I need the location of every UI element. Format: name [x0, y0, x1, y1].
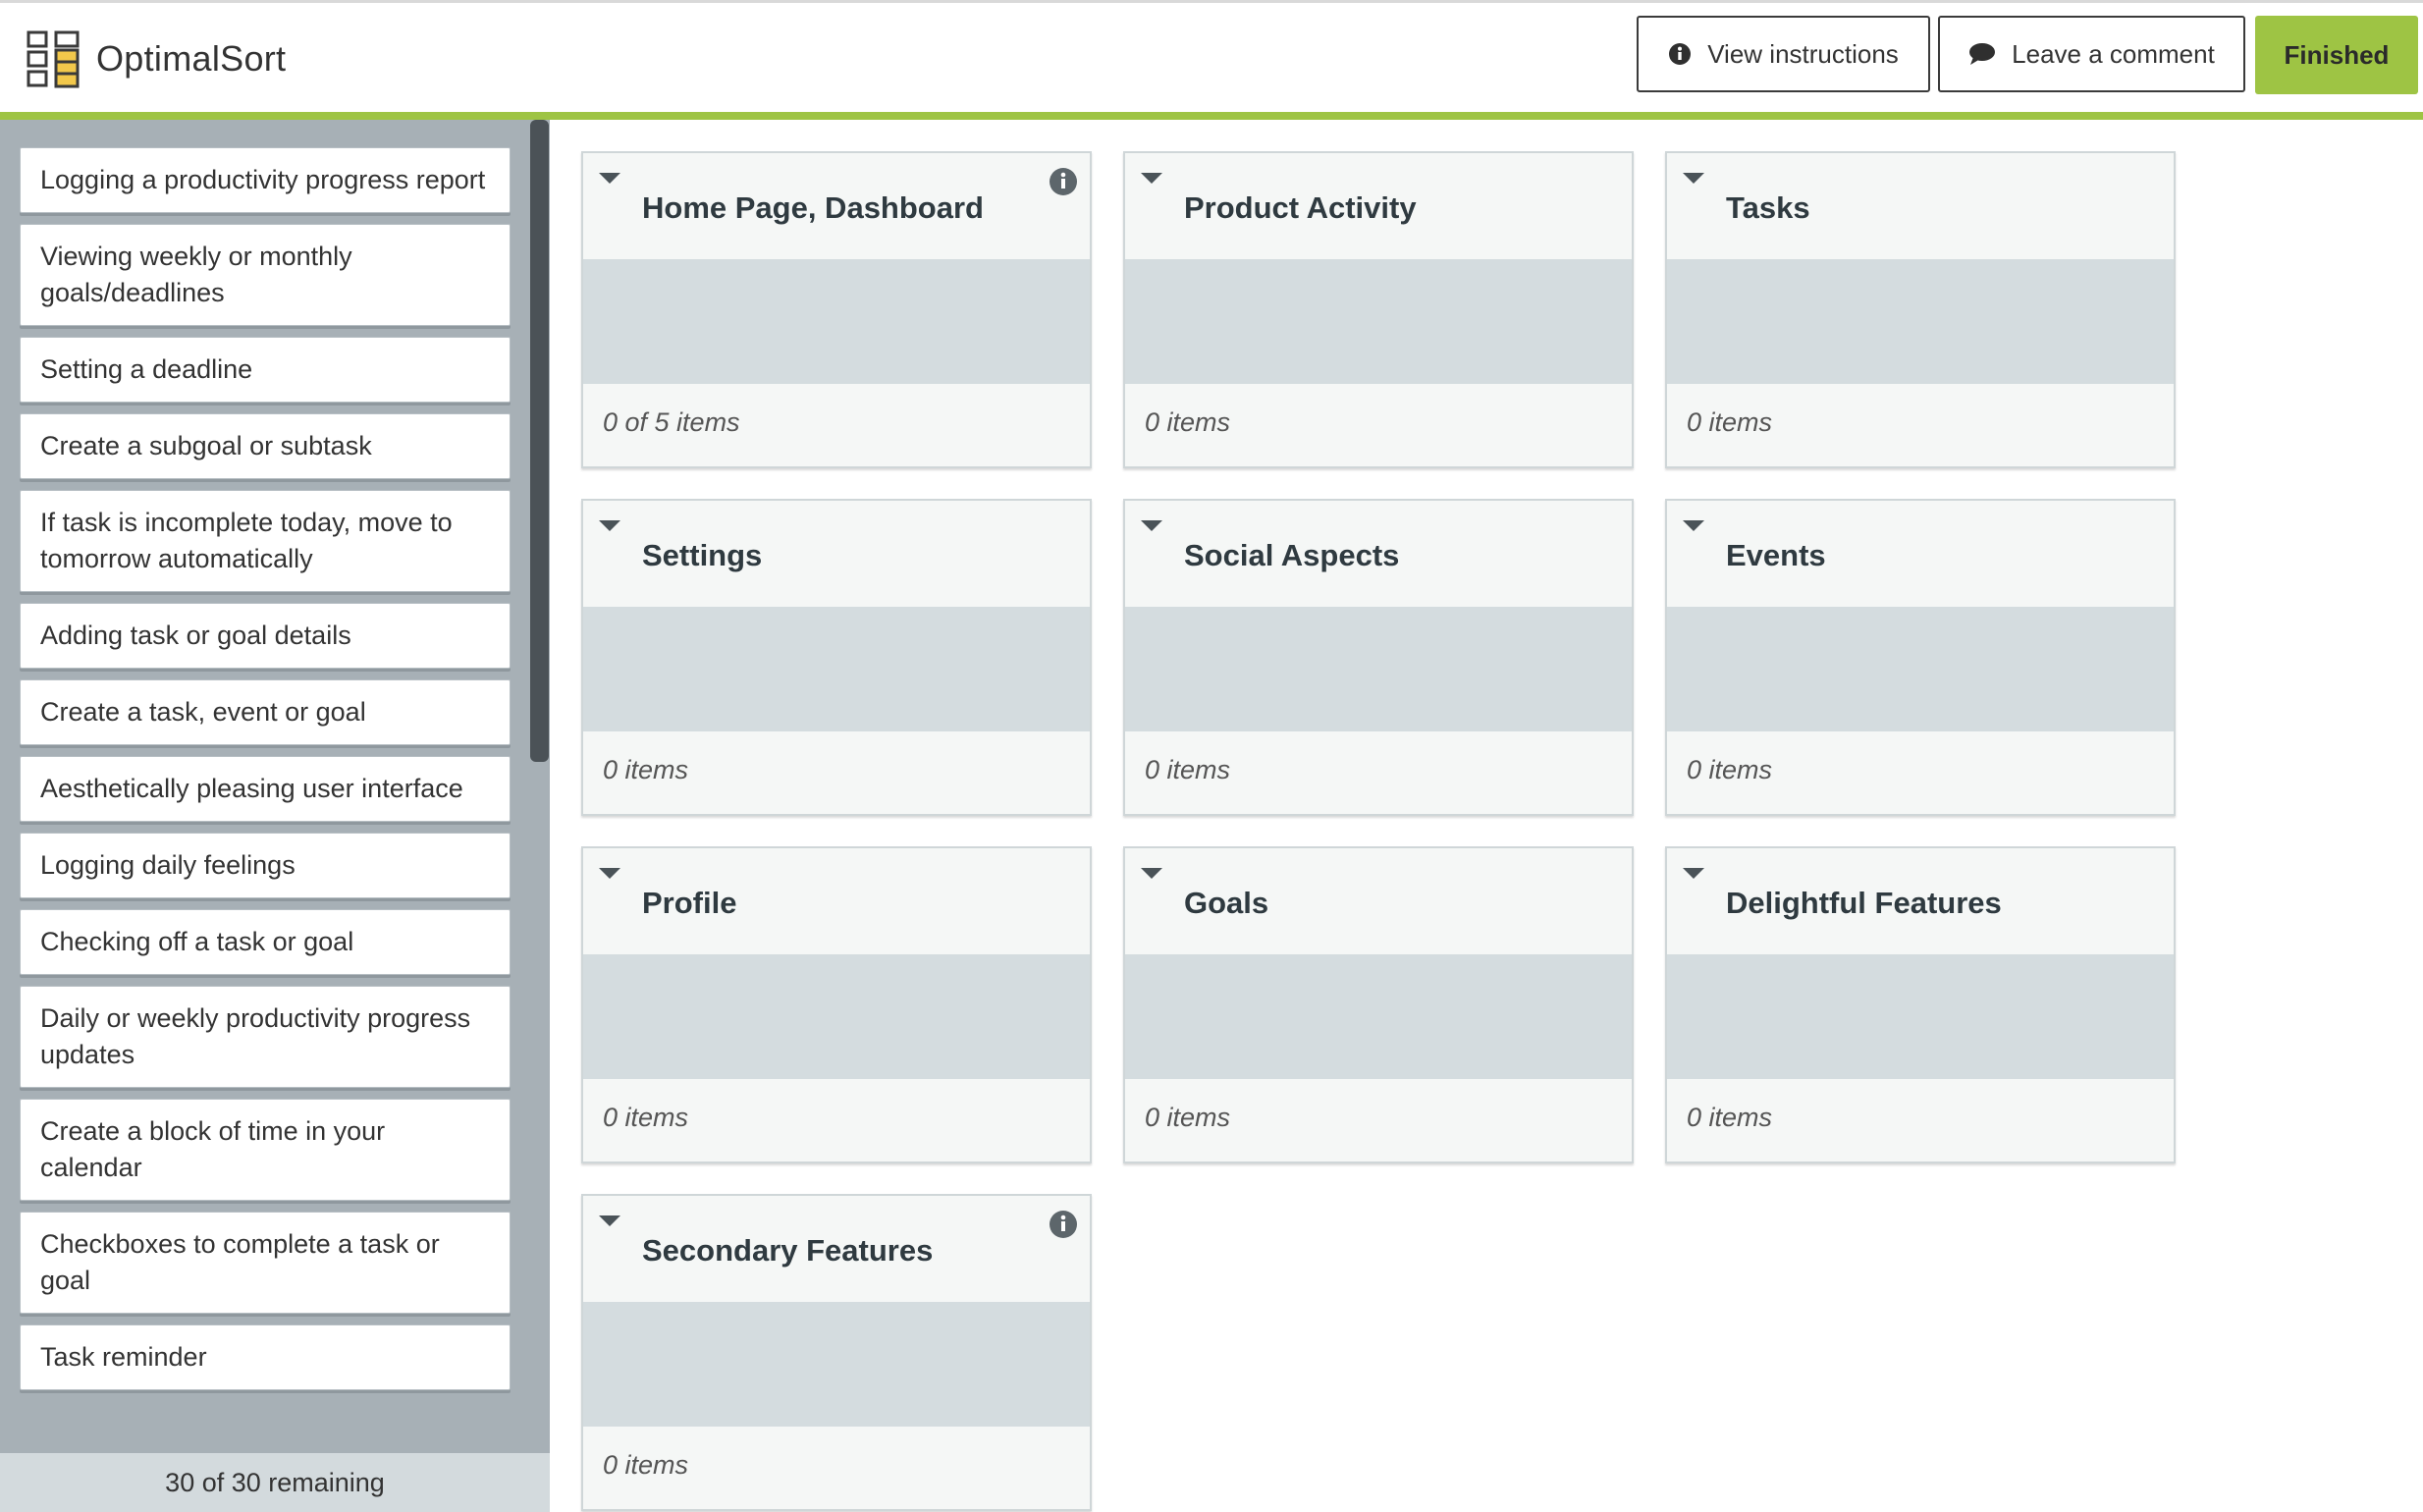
- sort-card[interactable]: Logging daily feelings: [20, 833, 511, 898]
- category-drop-zone[interactable]: [583, 954, 1090, 1079]
- category-item-count: 0 items: [603, 755, 689, 784]
- sort-card[interactable]: Checking off a task or goal: [20, 909, 511, 975]
- category-title: Goals: [1184, 886, 1269, 920]
- leave-comment-label: Leave a comment: [2012, 38, 2215, 69]
- sort-card[interactable]: Create a task, event or goal: [20, 679, 511, 745]
- sort-card[interactable]: Adding task or goal details: [20, 603, 511, 669]
- category-drop-zone[interactable]: [1667, 607, 2174, 731]
- card-sort-logo-icon: [27, 30, 80, 88]
- category-box[interactable]: Goals 0 items: [1123, 846, 1634, 1163]
- info-icon[interactable]: [1049, 167, 1078, 196]
- sidebar-scrollbar-thumb[interactable]: [530, 120, 549, 762]
- collapse-caret-icon[interactable]: [1683, 173, 1704, 184]
- category-drop-zone[interactable]: [1125, 954, 1632, 1079]
- category-box[interactable]: Delightful Features 0 items: [1665, 846, 2176, 1163]
- category-drop-zone[interactable]: [1667, 954, 2174, 1079]
- sort-card[interactable]: Daily or weekly productivity progress up…: [20, 986, 511, 1088]
- card-list: Logging a productivity progress report Vi…: [20, 147, 511, 1401]
- sort-card[interactable]: Logging a productivity progress report: [20, 147, 511, 213]
- leave-comment-button[interactable]: Leave a comment: [1938, 16, 2245, 92]
- speech-bubble-icon: [1969, 43, 1996, 65]
- collapse-caret-icon[interactable]: [1683, 868, 1704, 879]
- sort-card[interactable]: Viewing weekly or monthly goals/deadline…: [20, 224, 511, 326]
- category-drop-zone[interactable]: [1125, 259, 1632, 384]
- sort-card[interactable]: If task is incomplete today, move to tom…: [20, 490, 511, 592]
- sort-card[interactable]: Setting a deadline: [20, 337, 511, 403]
- category-box[interactable]: Profile 0 items: [581, 846, 1092, 1163]
- category-title: Product Activity: [1184, 190, 1417, 225]
- view-instructions-label: View instructions: [1707, 38, 1899, 69]
- category-box[interactable]: Social Aspects 0 items: [1123, 499, 1634, 816]
- category-box[interactable]: Home Page, Dashboard 0 of 5 items: [581, 151, 1092, 468]
- collapse-caret-icon[interactable]: [599, 1215, 620, 1226]
- app-header: OptimalSort View instructions Leave a co…: [0, 3, 2423, 112]
- category-item-count: 0 items: [603, 1450, 689, 1480]
- category-box[interactable]: Tasks 0 items: [1665, 151, 2176, 468]
- category-box[interactable]: Product Activity 0 items: [1123, 151, 1634, 468]
- app-title: OptimalSort: [96, 38, 287, 79]
- collapse-caret-icon[interactable]: [1683, 520, 1704, 531]
- collapse-caret-icon[interactable]: [1141, 173, 1162, 184]
- category-box[interactable]: Secondary Features 0 items: [581, 1194, 1092, 1511]
- sort-card[interactable]: Checkboxes to complete a task or goal: [20, 1212, 511, 1314]
- sort-card[interactable]: Aesthetically pleasing user interface: [20, 756, 511, 822]
- sort-card[interactable]: Create a block of time in your calendar: [20, 1099, 511, 1201]
- collapse-caret-icon[interactable]: [599, 173, 620, 184]
- category-title: Events: [1726, 538, 1826, 572]
- category-item-count: 0 items: [1145, 1103, 1231, 1132]
- collapse-caret-icon[interactable]: [599, 868, 620, 879]
- category-title: Profile: [642, 886, 737, 920]
- collapse-caret-icon[interactable]: [1141, 868, 1162, 879]
- category-title: Settings: [642, 538, 763, 572]
- category-item-count: 0 items: [1687, 1103, 1773, 1132]
- collapse-caret-icon[interactable]: [599, 520, 620, 531]
- category-item-count: 0 items: [1145, 407, 1231, 437]
- finished-button[interactable]: Finished: [2255, 16, 2418, 94]
- card-sidebar: Logging a productivity progress report Vi…: [0, 120, 550, 1512]
- category-drop-zone[interactable]: [1125, 607, 1632, 731]
- remaining-count: 30 of 30 remaining: [0, 1453, 550, 1512]
- category-title: Delightful Features: [1726, 886, 2002, 920]
- category-title: Secondary Features: [642, 1233, 934, 1268]
- header-accent-bar: [0, 112, 2423, 120]
- category-box[interactable]: Events 0 items: [1665, 499, 2176, 816]
- category-title: Social Aspects: [1184, 538, 1400, 572]
- category-item-count: 0 items: [1145, 755, 1231, 784]
- category-title: Home Page, Dashboard: [642, 190, 984, 225]
- category-item-count: 0 items: [1687, 407, 1773, 437]
- sort-card[interactable]: Task reminder: [20, 1324, 511, 1390]
- info-icon: [1669, 43, 1692, 65]
- category-drop-zone[interactable]: [1667, 259, 2174, 384]
- collapse-caret-icon[interactable]: [1141, 520, 1162, 531]
- category-drop-zone[interactable]: [583, 607, 1090, 731]
- view-instructions-button[interactable]: View instructions: [1637, 16, 1930, 92]
- category-drop-zone[interactable]: [583, 259, 1090, 384]
- category-box[interactable]: Settings 0 items: [581, 499, 1092, 816]
- info-icon[interactable]: [1049, 1210, 1078, 1239]
- category-item-count: 0 of 5 items: [603, 407, 740, 437]
- sort-card[interactable]: Create a subgoal or subtask: [20, 413, 511, 479]
- category-item-count: 0 items: [1687, 755, 1773, 784]
- category-item-count: 0 items: [603, 1103, 689, 1132]
- category-title: Tasks: [1726, 190, 1810, 225]
- category-drop-zone[interactable]: [583, 1302, 1090, 1427]
